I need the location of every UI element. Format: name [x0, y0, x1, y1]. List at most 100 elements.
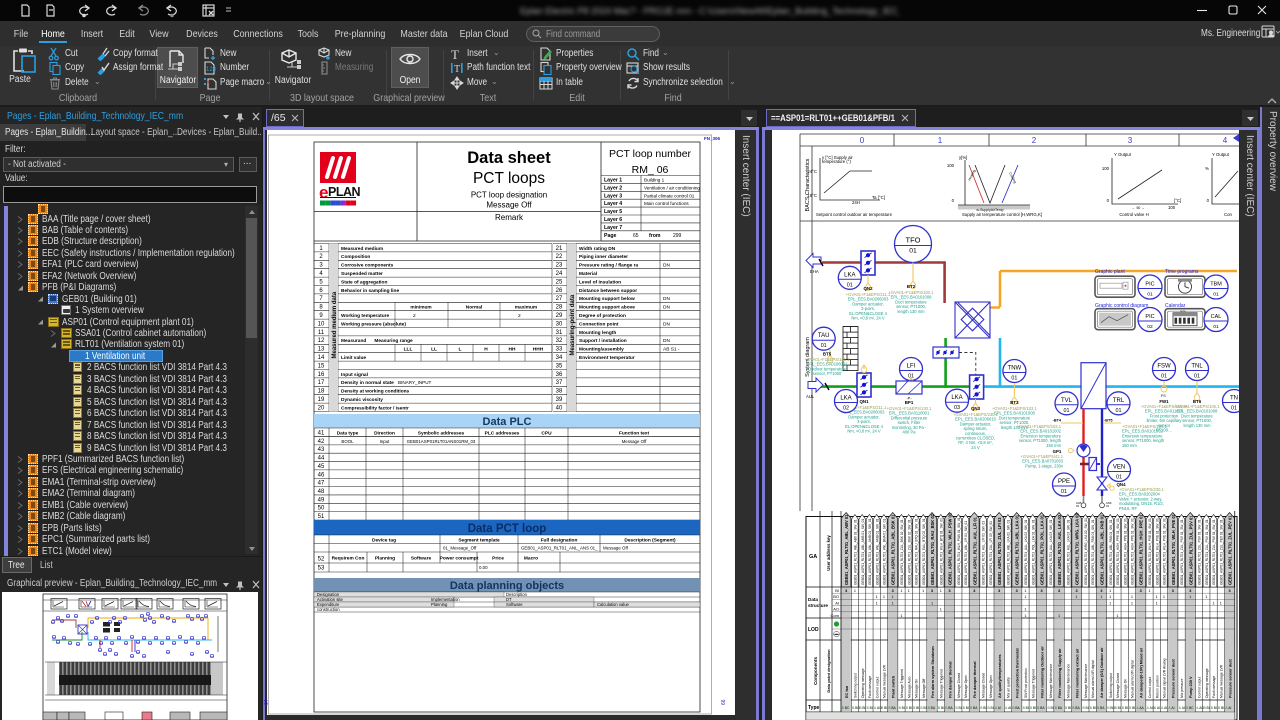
svg-text:Material: Material: [579, 271, 597, 277]
svg-text:Setpoint control outdoor air t: Setpoint control outdoor air temperature: [816, 212, 893, 217]
svg-text:Composition: Composition: [341, 254, 370, 260]
svg-text:Mounting/assembly: Mounting/assembly: [579, 347, 624, 353]
svg-text:18°C: 18°C: [807, 193, 817, 198]
svg-text:temperature (°): temperature (°): [822, 159, 852, 164]
svg-text:Density in normal state: Density in normal state: [341, 380, 394, 386]
svg-text:52: 52: [318, 557, 325, 563]
svg-text:-BT5: -BT5: [1104, 419, 1112, 423]
svg-text:41: 41: [318, 431, 325, 437]
svg-text:construction: construction: [317, 607, 340, 612]
svg-text:1: 1: [1024, 614, 1026, 618]
svg-text:47: 47: [318, 481, 325, 487]
svg-text:3: 3: [1128, 136, 1133, 145]
svg-text:AI: AI: [1171, 706, 1174, 710]
svg-text:EC fan: EC fan: [845, 685, 849, 698]
svg-text:123: 123: [206, 67, 217, 73]
svg-text:50: 50: [318, 506, 325, 512]
svg-text:Data planning objects: Data planning objects: [450, 580, 564, 592]
svg-text:AI: AI: [1008, 706, 1011, 710]
svg-text:BOOL: BOOL: [341, 439, 354, 444]
svg-text:Measuring-point data: Measuring-point data: [570, 294, 576, 355]
svg-text:66: 66: [721, 699, 727, 705]
svg-text:CAL: CAL: [1211, 314, 1222, 320]
svg-text:Type: Type: [808, 705, 820, 711]
svg-text:2: 2: [518, 313, 521, 319]
svg-text:Message Triggered: Message Triggered: [939, 669, 943, 698]
svg-text:Ventilation / air conditioning: Ventilation / air conditioning: [644, 185, 700, 190]
svg-text:sensor, PT1000: sensor, PT1000: [813, 371, 842, 376]
svg-text:18: 18: [318, 389, 325, 395]
svg-text:Message Maintenance: Message Maintenance: [1066, 664, 1070, 698]
svg-text:Switching output: Switching output: [854, 673, 858, 698]
svg-text:3: 3: [998, 589, 1000, 593]
svg-text:GEB01_ASP01_RLT01_ABL_BSK 01: GEB01_ASP01_RLT01_ABL_BSK 01: [891, 514, 896, 585]
svg-text:Fire damper thermal: Fire damper thermal: [973, 661, 977, 698]
svg-text:BI: BI: [1221, 706, 1224, 710]
svg-text:4: 4: [1223, 136, 1228, 145]
svg-text:Y Output: Y Output: [1114, 152, 1132, 157]
svg-text:1: 1: [940, 608, 942, 612]
svg-text:GEB01_ASP01_RLT01_ABL_AMB 01_S: GEB01_ASP01_RLT01_ABL_AMB 01_SW_01: [861, 519, 865, 585]
svg-text:150 mm: 150 mm: [1122, 443, 1137, 448]
svg-text:BI: BI: [941, 706, 944, 710]
svg-text:Message Maintenance: Message Maintenance: [1049, 664, 1053, 698]
svg-text:48: 48: [318, 489, 325, 495]
svg-text:1: 1: [900, 614, 902, 618]
svg-text:minimum: minimum: [410, 304, 431, 310]
svg-text:Distance between suppor: Distance between suppor: [579, 288, 637, 294]
svg-text:Control output: Control output: [1198, 677, 1202, 698]
svg-text:Mix pressure: Mix pressure: [1180, 678, 1184, 698]
svg-text:GEB01_ASP01_RLT01_ABL_LKA 01: GEB01_ASP01_RLT01_ABL_LKA 01: [1015, 514, 1020, 585]
svg-text:Measured medium: Measured medium: [341, 246, 383, 252]
svg-text:LKA: LKA: [840, 396, 851, 402]
svg-text:structure: structure: [808, 603, 828, 608]
svg-text:1: 1: [1156, 595, 1158, 599]
svg-text:16: 16: [318, 372, 325, 378]
svg-text:0: 0: [860, 136, 865, 145]
svg-text:Message Open: Message Open: [964, 675, 968, 698]
svg-text:GEB01_ASP01_RLT01_WLH_PSW 01_S: GEB01_ASP01_RLT01_WLH_PSW 01_SW_01: [957, 517, 961, 585]
svg-text:1: 1: [1189, 595, 1191, 599]
svg-text:Symbolic addresses: Symbolic addresses: [418, 431, 465, 437]
svg-text:GEB01_ASP01_RLT01_ANL_ANS 01_: GEB01_ASP01_RLT01_ANL_ANS 01_: [521, 546, 598, 551]
svg-text:Full designation: Full designation: [541, 538, 578, 544]
svg-text:Air damper (0/1) Outdoor air: Air damper (0/1) Outdoor air: [1100, 647, 1104, 698]
svg-text:GEB01_ASP01_RLT01_WRG_LKA 02: GEB01_ASP01_RLT01_WRG_LKA 02: [1075, 513, 1080, 585]
svg-text:BI: BI: [902, 706, 905, 710]
svg-text:GA: GA: [809, 554, 817, 560]
svg-text:Compressibility factor / isent: Compressibility factor / isentr: [341, 405, 409, 411]
svg-text:Pressure sensor duct: Pressure sensor duct: [1228, 658, 1232, 698]
svg-text:1: 1: [1148, 589, 1150, 593]
svg-text:BT2: BT2: [907, 284, 916, 289]
svg-text:Segment template: Segment template: [458, 538, 500, 544]
svg-text:44: 44: [318, 456, 325, 462]
svg-text:Message Closed: Message Closed: [957, 673, 961, 698]
svg-text:0: 0: [1107, 198, 1110, 203]
svg-text:BI: BI: [1026, 706, 1029, 710]
svg-text:FN_306: FN_306: [704, 136, 721, 141]
svg-text:AI: AI: [998, 706, 1001, 710]
svg-text:Frost protection thermostat: Frost protection thermostat: [1016, 647, 1020, 698]
svg-text:BI: BI: [1125, 706, 1128, 710]
svg-text:PLAN: PLAN: [328, 185, 361, 199]
svg-text:1: 1: [1024, 608, 1026, 612]
svg-text:GEB01_ASP01_RLT01_ZUL_BSK 02_S: GEB01_ASP01_RLT01_ZUL_BSK 02_SW_01: [900, 519, 904, 585]
svg-text:Price: Price: [492, 556, 504, 562]
svg-text:8: 8: [319, 305, 323, 311]
svg-text:Graphic plant: Graphic plant: [1095, 269, 1125, 275]
svg-text:3: 3: [1076, 589, 1078, 593]
svg-text:28: 28: [556, 305, 563, 311]
svg-text:Macro: Macro: [524, 556, 538, 562]
svg-text:1: 1: [883, 595, 885, 599]
svg-text:Message Auto: Message Auto: [907, 676, 911, 698]
svg-text:Con: Con: [1224, 212, 1232, 217]
svg-text:3: 3: [892, 589, 894, 593]
svg-text:Message On: Message On: [1123, 679, 1127, 698]
svg-text:QN2: QN2: [863, 286, 873, 291]
svg-text:0: 0: [1207, 198, 1210, 203]
svg-text:2: 2: [1032, 136, 1037, 145]
svg-text:1: 1: [1156, 601, 1158, 605]
svg-text:01: 01: [1213, 292, 1219, 298]
svg-text:TNL: TNL: [1191, 364, 1203, 370]
svg-text:Building 1: Building 1: [644, 178, 665, 183]
